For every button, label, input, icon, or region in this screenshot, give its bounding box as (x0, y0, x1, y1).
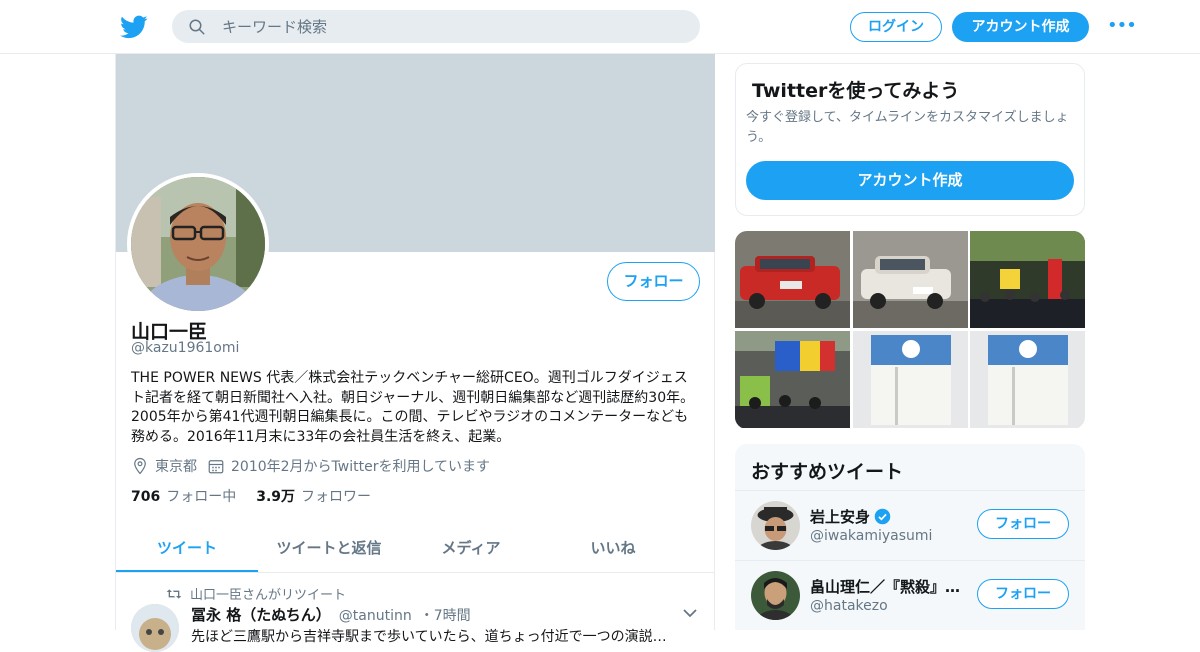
signup-button[interactable]: アカウント作成 (952, 12, 1089, 42)
following-link[interactable]: 706 フォロー中 (131, 486, 236, 506)
signup-card-title: Twitterを使ってみよう (752, 80, 960, 102)
location-pin-icon (134, 457, 146, 475)
profile-location: 東京都 (131, 456, 197, 476)
photo-red-car[interactable] (735, 231, 850, 328)
followers-label: フォロワー (301, 489, 372, 505)
calendar-icon (208, 460, 224, 474)
verified-badge-icon (874, 508, 891, 525)
followers-count: 3.9万 (256, 489, 296, 505)
twitter-bird-icon[interactable] (120, 13, 148, 41)
profile-counts: 706 フォロー中 3.9万 フォロワー (131, 486, 371, 506)
tweet-item[interactable]: 山口一臣さんがリツイート 冨永 格（たぬちん） @tanutinn ・7時間 先… (116, 574, 715, 652)
tweet-text: 先ほど三鷹駅から吉祥寺駅まで歩いていたら、道ちょっ付近で一つの演説… (191, 629, 667, 645)
recommend-user-handle[interactable]: @hatakezo (810, 598, 888, 614)
recommend-title: おすすめツイート (751, 461, 904, 483)
follow-button[interactable]: フォロー (607, 262, 700, 301)
recommend-user[interactable]: 畠山理仁／『黙殺』… @hatakezo フォロー (735, 560, 1085, 630)
recommend-user-name[interactable]: 岩上安身 (810, 506, 870, 527)
retweet-note: 山口一臣さんがリツイート (190, 588, 347, 603)
retweet-context: 山口一臣さんがリツイート (166, 584, 346, 603)
retweet-icon (166, 588, 182, 599)
search-box[interactable] (172, 10, 700, 43)
joined-text: 2010年2月からTwitterを利用しています (231, 459, 491, 475)
recommend-user[interactable]: 岩上安身 @iwakamiyasumi フォロー (735, 490, 1085, 560)
recommend-avatar[interactable] (751, 571, 800, 620)
tweet-avatar[interactable] (131, 604, 179, 652)
photo-station-crowd[interactable] (735, 331, 850, 428)
tweet-author-handle[interactable]: @tanutinn (339, 608, 412, 624)
tab-tweets[interactable]: ツイート (116, 524, 258, 572)
profile-avatar[interactable] (127, 173, 269, 315)
recommend-follow-button[interactable]: フォロー (977, 509, 1069, 539)
top-bar: ログイン アカウント作成 ••• (0, 0, 1200, 54)
profile-tabs: ツイート ツイートと返信 メディア いいね (116, 524, 715, 573)
tweet-header: 冨永 格（たぬちん） @tanutinn ・7時間 (191, 604, 471, 625)
recommend-user-name-row: 畠山理仁／『黙殺』… (810, 576, 960, 597)
profile-handle[interactable]: @kazu1961omi (131, 340, 239, 356)
search-icon (189, 19, 205, 35)
login-button[interactable]: ログイン (850, 12, 942, 42)
photo-street-rally[interactable] (970, 231, 1085, 328)
tab-media[interactable]: メディア (400, 524, 542, 572)
photo-white-car[interactable] (853, 231, 968, 328)
profile-column: フォロー 山口一臣 @kazu1961omi THE POWER NEWS 代表… (115, 54, 715, 652)
photo-mask-package-2[interactable] (970, 331, 1085, 428)
photo-mask-package-1[interactable] (853, 331, 968, 428)
profile-bio: THE POWER NEWS 代表／株式会社テックベンチャー総研CEO。週刊ゴル… (131, 370, 695, 445)
more-icon[interactable]: ••• (1107, 17, 1137, 35)
tweet-author-name[interactable]: 冨永 格（たぬちん） (191, 604, 331, 625)
following-label: フォロー中 (166, 489, 237, 505)
profile-joined: 2010年2月からTwitterを利用しています (207, 456, 490, 476)
recommend-card: おすすめツイート 岩上安身 @iwakamiyasumi フォロー 畠山理仁／『… (735, 444, 1085, 630)
tweet-avatar-image (131, 604, 179, 652)
recommend-follow-button[interactable]: フォロー (977, 579, 1069, 609)
signup-card-button[interactable]: アカウント作成 (746, 161, 1074, 200)
recommend-user-handle[interactable]: @iwakamiyasumi (810, 528, 932, 544)
chevron-down-icon[interactable] (683, 608, 697, 618)
signup-card-body: 今すぐ登録して、タイムラインをカスタマイズしましょう。 (746, 110, 1069, 145)
following-count: 706 (131, 489, 161, 505)
recommend-avatar[interactable] (751, 501, 800, 550)
recommend-user-name-row: 岩上安身 (810, 506, 891, 527)
tab-likes[interactable]: いいね (542, 524, 684, 572)
profile-meta: 東京都 2010年2月からTwitterを利用しています (131, 456, 490, 476)
search-input[interactable] (222, 16, 682, 38)
location-text: 東京都 (155, 459, 197, 475)
signup-card: Twitterを使ってみよう 今すぐ登録して、タイムラインをカスタマイズしましょ… (735, 63, 1085, 216)
recommend-user-name[interactable]: 畠山理仁／『黙殺』… (810, 576, 960, 597)
photo-grid (735, 231, 1085, 429)
tweet-time[interactable]: ・7時間 (420, 605, 471, 625)
followers-link[interactable]: 3.9万 フォロワー (256, 486, 371, 506)
tab-tweets-replies[interactable]: ツイートと返信 (258, 524, 400, 572)
avatar-photo (131, 177, 265, 311)
